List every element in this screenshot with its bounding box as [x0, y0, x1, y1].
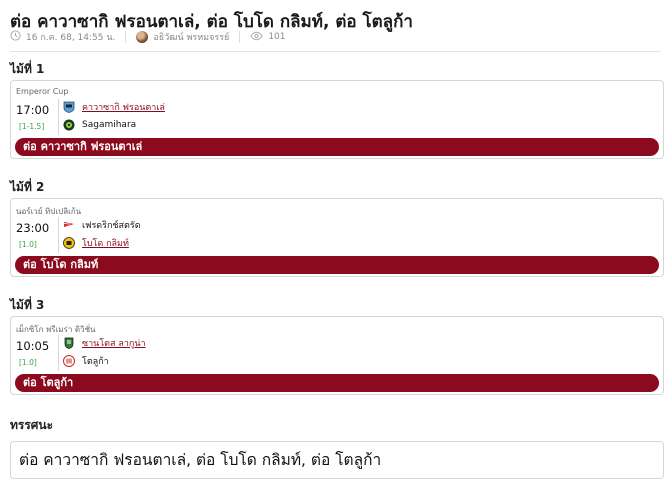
card-divider — [58, 335, 59, 371]
avatar[interactable] — [136, 31, 149, 43]
kickoff-time: 17:00 — [16, 103, 50, 117]
team-crest-icon — [63, 101, 75, 113]
tip-1-label: ไม้ที่ 1 — [10, 62, 45, 76]
league-name: Emperor Cup — [16, 87, 69, 96]
clock-icon — [10, 30, 21, 44]
team-name[interactable]: ซานโตส ลากูน่า — [82, 336, 146, 350]
team-crest-icon — [63, 219, 75, 231]
match-card-2: นอร์เวย์ ทิปเปลิเก้น 23:00 [1.0] เฟรดริก… — [10, 198, 664, 277]
away-team[interactable]: Sagamihara — [63, 118, 136, 132]
verdict-label: ทรรศนะ — [10, 418, 54, 432]
verdict-box: ต่อ คาวาซากิ ฟรอนตาเล่, ต่อ โบโด กลิมท์,… — [10, 441, 664, 479]
tip-2-label: ไม้ที่ 2 — [10, 180, 45, 194]
meta-divider — [239, 31, 241, 43]
team-crest-icon — [63, 355, 75, 367]
team-name[interactable]: โบโด กลิมท์ — [82, 236, 129, 250]
tip-3-label: ไม้ที่ 3 — [10, 298, 45, 312]
away-team[interactable]: โบโด กลิมท์ — [63, 236, 129, 250]
handicap: [1.0] — [19, 240, 37, 249]
pick-bar: ต่อ คาวาซากิ ฟรอนตาเล่ — [15, 138, 659, 156]
kickoff-time: 23:00 — [16, 221, 50, 235]
team-name[interactable]: โตลูก้า — [82, 354, 109, 368]
home-team[interactable]: ซานโตส ลากูน่า — [63, 336, 146, 350]
match-card-3: เม็กซิโก พรีเมร่า ดิวิชั่น 10:05 [1.0] ซ… — [10, 316, 664, 395]
pick-bar: ต่อ โบโด กลิมท์ — [15, 256, 659, 274]
handicap: [1.0] — [19, 358, 37, 367]
team-crest-icon — [63, 119, 75, 131]
meta-divider — [125, 31, 127, 43]
eye-icon — [250, 31, 263, 44]
team-crest-icon — [63, 337, 75, 349]
league-name: นอร์เวย์ ทิปเปลิเก้น — [16, 207, 82, 216]
league-name: เม็กซิโก พรีเมร่า ดิวิชั่น — [16, 325, 96, 334]
handicap: [1-1.5] — [19, 122, 45, 131]
card-divider — [58, 217, 59, 253]
card-divider — [58, 99, 59, 135]
home-team[interactable]: เฟรดริกช์สตรัด — [63, 218, 141, 232]
team-crest-icon — [63, 237, 75, 249]
header-divider — [10, 51, 661, 52]
article-meta: 16 ก.ค. 68, 14:55 น. อธิวัฒน์ พรหมจรรย์ … — [10, 30, 286, 44]
team-name[interactable]: คาวาซากิ ฟรอนตาเล่ — [82, 100, 165, 114]
publish-date: 16 ก.ค. 68, 14:55 น. — [26, 33, 116, 43]
home-team[interactable]: คาวาซากิ ฟรอนตาเล่ — [63, 100, 165, 114]
team-name[interactable]: เฟรดริกช์สตรัด — [82, 218, 141, 232]
pick-bar: ต่อ โตลูก้า — [15, 374, 659, 392]
team-name[interactable]: Sagamihara — [82, 120, 136, 130]
match-card-1: Emperor Cup 17:00 [1-1.5] คาวาซากิ ฟรอนต… — [10, 80, 664, 159]
kickoff-time: 10:05 — [16, 339, 50, 353]
view-count: 101 — [268, 32, 286, 42]
author-name[interactable]: อธิวัฒน์ พรหมจรรย์ — [153, 30, 229, 44]
away-team[interactable]: โตลูก้า — [63, 354, 109, 368]
